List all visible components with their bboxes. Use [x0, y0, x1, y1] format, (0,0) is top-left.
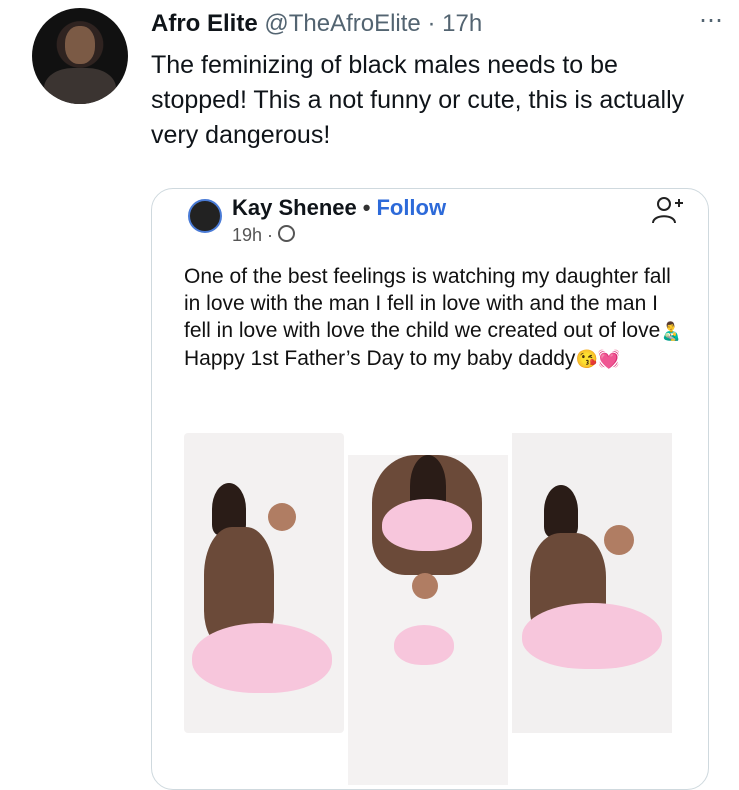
author-handle[interactable]: @TheAfroElite	[264, 10, 420, 37]
embedded-post-text: One of the best feelings is watching my …	[184, 263, 684, 373]
embedded-post-header: Kay Shenee • Follow	[232, 195, 446, 221]
photo-baby	[604, 525, 634, 555]
embedded-post-time[interactable]: 19h ·	[232, 225, 273, 245]
tweet-time[interactable]: 17h	[442, 10, 482, 37]
author-name[interactable]: Afro Elite	[151, 10, 258, 37]
tweet-header: Afro Elite @TheAfroElite · 17h	[151, 8, 482, 40]
photo-tutu	[522, 603, 662, 669]
avatar-head	[65, 26, 95, 64]
add-friend-icon[interactable]	[648, 193, 688, 229]
embedded-post-name[interactable]: Kay Shenee	[232, 195, 357, 220]
photo-baby	[268, 503, 296, 531]
author-avatar[interactable]	[32, 8, 128, 104]
avatar-shoulders	[44, 68, 116, 104]
more-options-icon[interactable]: ⋯	[699, 6, 723, 35]
embedded-post-avatar[interactable]	[188, 199, 222, 233]
post-text-tail: Happy 1st Father’s Day to my baby daddy	[184, 347, 576, 370]
tweet-text: The feminizing of black males needs to b…	[151, 51, 685, 149]
photo-2[interactable]	[348, 455, 508, 785]
father-baby-emoji: 👨‍🍼	[660, 321, 683, 341]
globe-icon	[278, 225, 296, 242]
photo-tutu	[382, 499, 472, 551]
photo-3[interactable]	[512, 433, 672, 733]
kiss-heart-emoji: 😘💓	[575, 349, 621, 369]
embedded-post-card[interactable]: Kay Shenee • Follow 19h · One of the best …	[151, 188, 709, 790]
header-separator: •	[362, 195, 371, 220]
follow-link[interactable]: Follow	[376, 195, 446, 220]
photo-baby-tutu	[394, 625, 454, 665]
photo-1[interactable]	[184, 433, 344, 733]
embedded-post-meta: 19h ·	[232, 225, 296, 246]
photo-hair	[544, 485, 578, 537]
photo-tutu	[192, 623, 332, 693]
photo-baby	[412, 573, 438, 599]
time-separator: ·	[427, 10, 436, 37]
post-text-main: One of the best feelings is watching my …	[184, 265, 671, 342]
